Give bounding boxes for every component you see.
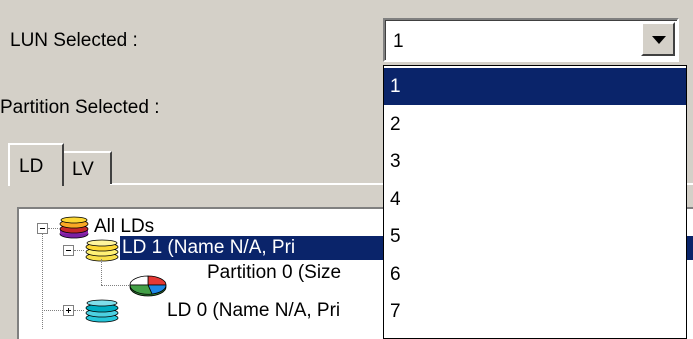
tree-node-ld0[interactable]: LD 0 (Name N/A, Pri (165, 299, 342, 323)
lun-selected-label: LUN Selected : (10, 30, 138, 51)
lun-dropdown-button[interactable] (641, 22, 675, 56)
lun-option-5[interactable]: 5 (384, 218, 686, 255)
lun-select[interactable]: 1 (383, 18, 679, 62)
tab-ld[interactable]: LD (8, 143, 64, 186)
pie-chart-icon (129, 275, 167, 297)
lun-option-7[interactable]: 7 (384, 293, 686, 330)
tree-node-partition-0[interactable]: Partition 0 (Size (205, 261, 343, 285)
chevron-down-icon (652, 36, 666, 44)
collapse-ld1-toggle[interactable] (63, 245, 74, 256)
lun-option-3[interactable]: 3 (384, 143, 686, 180)
tree-node-ld1-label: LD 1 (Name N/A, Pri (122, 237, 296, 258)
lun-dropdown-list[interactable]: 1 2 3 4 5 6 7 (383, 65, 687, 339)
tab-lv[interactable]: LV (62, 151, 112, 184)
tab-ld-label: LD (19, 156, 44, 177)
expand-ld0-toggle[interactable] (63, 305, 74, 316)
lun-option-4[interactable]: 4 (384, 181, 686, 218)
partition-selected-label: Partition Selected : (0, 97, 160, 118)
disk-stack-multicolor-icon (59, 216, 89, 239)
tab-lv-label: LV (72, 159, 94, 180)
lun-option-2[interactable]: 2 (384, 106, 686, 143)
lun-option-1[interactable]: 1 (384, 68, 686, 105)
lun-select-value: 1 (393, 31, 404, 52)
collapse-all-lds-toggle[interactable] (37, 223, 48, 234)
lun-option-6[interactable]: 6 (384, 256, 686, 293)
disk-stack-cyan-icon (85, 299, 119, 323)
